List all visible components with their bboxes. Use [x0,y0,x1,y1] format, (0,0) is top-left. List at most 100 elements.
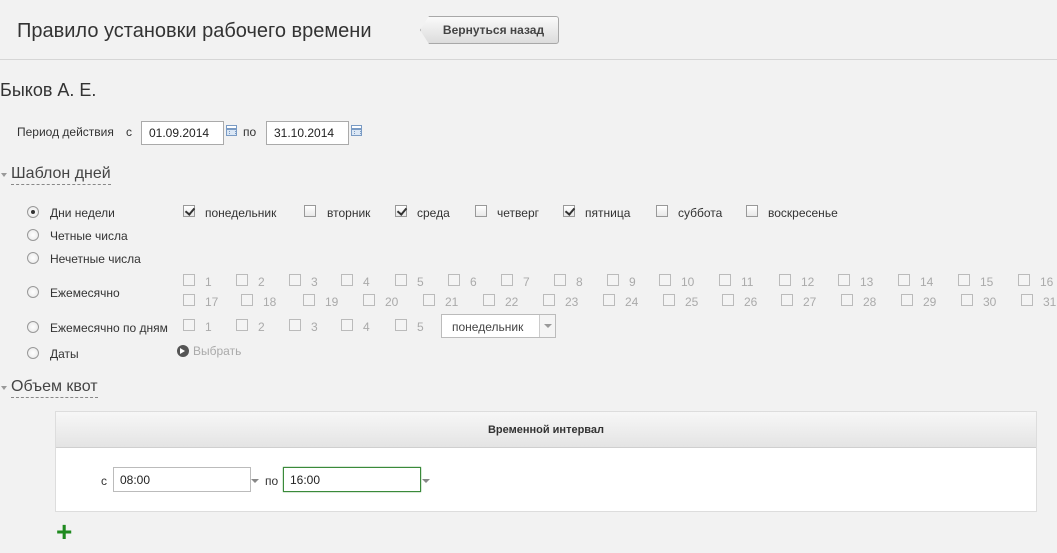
checkbox-month-day[interactable] [303,294,315,306]
collapse-caret-icon [1,386,7,390]
checkbox-month-day[interactable] [841,294,853,306]
radio-odd-label: Нечетные числа [50,252,141,266]
checkbox-month-day[interactable] [236,274,248,286]
checkbox-month-day[interactable] [423,294,435,306]
checkbox-week-number[interactable] [236,319,248,331]
checkbox-month-day[interactable] [781,294,793,306]
month-day-label: 11 [741,275,754,289]
radio-weekdays[interactable] [27,206,39,218]
days-template-toggle[interactable]: Шаблон дней [11,164,111,185]
checkbox-month-day[interactable] [341,274,353,286]
weekday-select-value: понедельник [452,320,524,334]
radio-weekdays-label: Дни недели [50,206,115,220]
month-day-label: 6 [470,275,477,289]
radio-monthly-label: Ежемесячно [50,286,120,300]
radio-monthly[interactable] [27,286,39,298]
checkbox-month-day[interactable] [289,274,301,286]
checkbox-month-day[interactable] [501,274,513,286]
choose-dates-label: Выбрать [193,344,242,358]
month-day-label: 2 [258,275,265,289]
radio-odd[interactable] [27,252,39,264]
checkbox-month-day[interactable] [722,294,734,306]
checkbox-month-day[interactable] [241,294,253,306]
period-from-label: с [126,125,132,139]
radio-dates[interactable] [27,347,39,359]
page-title: Правило установки рабочего времени [17,20,372,42]
checkbox-month-day[interactable] [901,294,913,306]
checkbox-month-day[interactable] [1018,274,1030,286]
checkbox-month-day[interactable] [543,294,555,306]
month-day-label: 9 [629,275,636,289]
checkbox-weekday-thu[interactable] [475,205,487,217]
checkbox-month-day[interactable] [779,274,791,286]
choose-dates-link[interactable]: Выбрать [177,344,241,358]
month-day-label: 24 [625,295,639,309]
month-day-label: 12 [801,275,815,289]
weekday-select[interactable]: понедельник [441,314,556,338]
week-number-label: 5 [417,320,424,334]
radio-even[interactable] [27,229,39,241]
month-day-label: 5 [417,275,424,289]
period-to-label: по [243,125,257,139]
checkbox-month-day[interactable] [719,274,731,286]
month-day-label: 28 [863,295,877,309]
chevron-down-icon[interactable] [251,479,259,483]
quota-to-input[interactable] [283,467,421,492]
checkbox-week-number[interactable] [341,319,353,331]
month-day-label: 15 [980,275,994,289]
month-day-label: 3 [311,275,318,289]
checkbox-month-day[interactable] [607,274,619,286]
weekday-label: воскресенье [768,206,838,220]
radio-monthly-by-days[interactable] [27,321,39,333]
checkbox-month-day[interactable] [448,274,460,286]
month-day-label: 23 [565,295,579,309]
period-to-input[interactable] [266,121,349,145]
add-interval-button[interactable]: + [56,518,76,546]
calendar-icon[interactable] [351,125,362,136]
weekday-label: суббота [678,206,723,220]
checkbox-month-day[interactable] [659,274,671,286]
checkbox-weekday-mon[interactable] [183,205,195,217]
checkbox-month-day[interactable] [958,274,970,286]
period-from-input[interactable] [141,121,224,145]
checkbox-month-day[interactable] [1021,294,1033,306]
checkbox-month-day[interactable] [483,294,495,306]
back-button[interactable]: Вернуться назад [420,16,559,44]
checkbox-week-number[interactable] [395,319,407,331]
radio-dates-label: Даты [50,347,79,361]
month-day-label: 14 [920,275,934,289]
checkbox-month-day[interactable] [961,294,973,306]
month-day-label: 4 [363,275,370,289]
chevron-down-icon[interactable] [422,479,430,483]
checkbox-weekday-sat[interactable] [656,205,668,217]
checkbox-weekday-fri[interactable] [563,205,575,217]
checkbox-weekday-tue[interactable] [304,205,316,217]
month-day-label: 18 [263,295,277,309]
checkbox-month-day[interactable] [663,294,675,306]
checkbox-month-day[interactable] [183,274,195,286]
checkbox-weekday-sun[interactable] [746,205,758,217]
month-day-label: 26 [744,295,758,309]
checkbox-weekday-wed[interactable] [395,205,407,217]
weekday-label: четверг [497,206,539,220]
month-day-label: 8 [576,275,583,289]
checkbox-month-day[interactable] [554,274,566,286]
checkbox-month-day[interactable] [838,274,850,286]
checkbox-month-day[interactable] [603,294,615,306]
quota-toggle[interactable]: Объем квот [11,377,98,398]
checkbox-month-day[interactable] [395,274,407,286]
checkbox-month-day[interactable] [363,294,375,306]
checkbox-month-day[interactable] [898,274,910,286]
checkbox-week-number[interactable] [289,319,301,331]
calendar-icon[interactable] [226,125,237,136]
page-header: Правило установки рабочего времени Верну… [0,0,1057,60]
week-number-label: 1 [205,320,212,334]
month-day-label: 20 [385,295,399,309]
checkbox-month-day[interactable] [183,294,195,306]
week-number-label: 4 [363,320,370,334]
quota-from-input[interactable] [113,467,251,492]
month-day-label: 29 [923,295,937,309]
checkbox-week-number[interactable] [183,319,195,331]
radio-monthly-by-days-label: Ежемесячно по дням [50,321,168,335]
weekday-label: среда [417,206,450,220]
